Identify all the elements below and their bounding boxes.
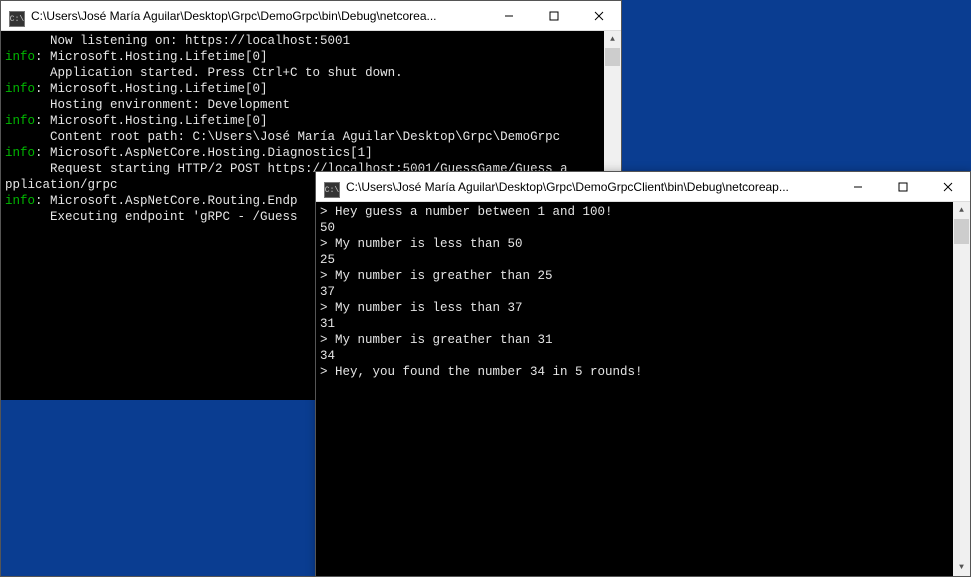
scroll-up-button[interactable]: ▲	[953, 202, 970, 219]
close-button[interactable]	[925, 172, 970, 201]
app-icon: C:\	[9, 8, 25, 24]
terminal-area: > Hey guess a number between 1 and 100! …	[316, 202, 970, 576]
close-button[interactable]	[576, 1, 621, 30]
window-title: C:\Users\José María Aguilar\Desktop\Grpc…	[31, 9, 486, 23]
scroll-thumb[interactable]	[605, 48, 620, 66]
maximize-button[interactable]	[531, 1, 576, 30]
app-icon: C:\	[324, 179, 340, 195]
scroll-thumb[interactable]	[954, 219, 969, 244]
window-title: C:\Users\José María Aguilar\Desktop\Grpc…	[346, 180, 835, 194]
minimize-button[interactable]	[486, 1, 531, 30]
window-controls	[835, 172, 970, 201]
minimize-button[interactable]	[835, 172, 880, 201]
console-icon: C:\	[324, 182, 340, 198]
scroll-down-button[interactable]: ▼	[953, 559, 970, 576]
titlebar[interactable]: C:\ C:\Users\José María Aguilar\Desktop\…	[316, 172, 970, 202]
terminal-output[interactable]: > Hey guess a number between 1 and 100! …	[316, 202, 953, 576]
client-console-window[interactable]: C:\ C:\Users\José María Aguilar\Desktop\…	[315, 171, 971, 577]
console-icon: C:\	[9, 11, 25, 27]
maximize-button[interactable]	[880, 172, 925, 201]
titlebar[interactable]: C:\ C:\Users\José María Aguilar\Desktop\…	[1, 1, 621, 31]
window-controls	[486, 1, 621, 30]
scroll-track[interactable]	[953, 219, 970, 559]
scroll-up-button[interactable]: ▲	[604, 31, 621, 48]
scrollbar[interactable]: ▲ ▼	[953, 202, 970, 576]
